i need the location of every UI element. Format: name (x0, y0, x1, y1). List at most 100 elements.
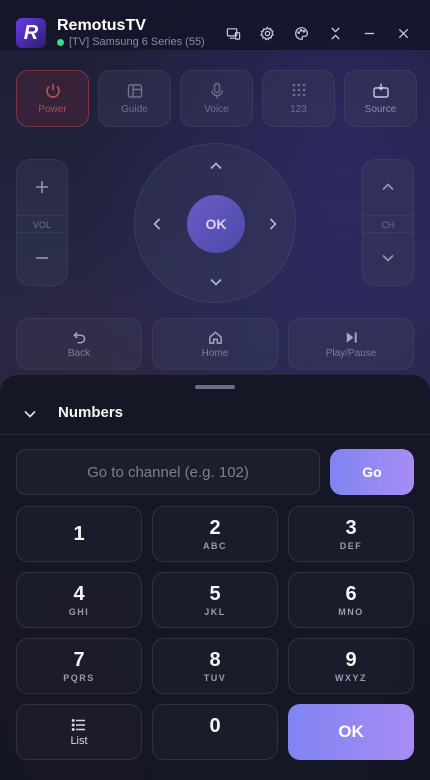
home-label: Home (201, 347, 229, 359)
power-button[interactable]: Power (16, 70, 89, 127)
sheet-header[interactable]: Numbers (0, 397, 430, 435)
guide-label: Guide (121, 104, 148, 115)
key-digit: 9 (345, 649, 357, 671)
logo-letter: R (23, 21, 39, 44)
dpad-left-button[interactable] (142, 209, 172, 239)
dpad-up-button[interactable] (201, 151, 231, 181)
ok-label: OK (338, 722, 364, 741)
key-5[interactable]: 5 JKL (152, 572, 278, 628)
channel-down-button[interactable] (363, 233, 413, 283)
dpad-ok-button[interactable]: OK (187, 195, 245, 253)
go-button[interactable]: Go (330, 449, 414, 495)
key-letters: JKL (204, 607, 226, 617)
key-0[interactable]: 0 (152, 704, 278, 760)
collapse-arrows-icon[interactable] (318, 20, 352, 46)
guide-icon (127, 84, 142, 98)
sheet-title: Numbers (58, 404, 124, 421)
power-label: Power (38, 104, 67, 115)
minimize-icon[interactable] (352, 20, 386, 46)
key-digit: 8 (209, 649, 221, 671)
chevron-down-icon (382, 254, 394, 262)
key-9[interactable]: 9 WXYZ (288, 638, 414, 694)
device-name: [TV] Samsung 6 Series (55) (69, 36, 205, 48)
key-digit: 5 (209, 583, 221, 605)
playback-row: Back Home Play/Pause (16, 318, 414, 370)
volume-rocker: VOL (16, 159, 68, 286)
key-digit: 1 (73, 523, 85, 545)
key-8[interactable]: 8 TUV (152, 638, 278, 694)
power-icon (45, 84, 60, 98)
key-letters: MNO (338, 607, 364, 617)
dpad-right-button[interactable] (258, 209, 288, 239)
key-6[interactable]: 6 MNO (288, 572, 414, 628)
connected-device: [TV] Samsung 6 Series (55) (57, 36, 205, 48)
key-1[interactable]: 1 (16, 506, 142, 562)
microphone-icon (210, 82, 223, 99)
chevron-right-icon (269, 218, 277, 230)
play-pause-icon (346, 331, 357, 343)
close-icon[interactable] (386, 20, 420, 46)
numbers-sheet: Numbers Go 1 2 ABC 3 DEF 4 GHI 5 JKL 6 M… (0, 374, 430, 780)
title-bar: R RemotusTV [TV] Samsung 6 Series (55) (0, 0, 430, 50)
list-label: List (70, 735, 88, 747)
key-digit: 0 (209, 715, 221, 737)
home-icon (208, 330, 222, 344)
window-controls (216, 20, 420, 46)
guide-button[interactable]: Guide (98, 70, 171, 127)
chevron-up-icon (382, 183, 394, 191)
key-letters: GHI (68, 607, 90, 617)
volume-down-button[interactable] (17, 233, 67, 283)
gear-icon[interactable] (250, 20, 284, 46)
minus-icon (36, 257, 48, 259)
play-pause-label: Play/Pause (325, 347, 377, 359)
play-pause-button[interactable]: Play/Pause (288, 318, 414, 370)
keypad-grid-icon (292, 83, 305, 97)
volume-up-button[interactable] (17, 162, 67, 212)
back-arrow-icon (72, 331, 85, 343)
home-button[interactable]: Home (152, 318, 278, 370)
voice-button[interactable]: Voice (180, 70, 253, 127)
keypad-ok-button[interactable]: OK (288, 704, 414, 760)
back-label: Back (67, 347, 91, 359)
key-letters: WXYZ (335, 673, 367, 683)
channel-up-button[interactable] (363, 162, 413, 212)
source-input-icon (372, 83, 389, 98)
palette-icon[interactable] (284, 20, 318, 46)
key-letters: DEF (339, 541, 363, 551)
app-logo: R (16, 18, 46, 48)
numbers-label: 123 (290, 104, 307, 115)
chevron-down-icon (210, 278, 222, 286)
chevron-down-icon[interactable] (22, 406, 38, 422)
chevron-left-icon (153, 218, 161, 230)
plus-icon (36, 181, 48, 193)
app-title: RemotusTV (57, 17, 146, 34)
sheet-drag-handle[interactable] (195, 385, 235, 389)
channel-rocker: CH (362, 159, 414, 286)
dpad: OK (134, 143, 296, 303)
back-button[interactable]: Back (16, 318, 142, 370)
channel-input[interactable] (16, 449, 320, 495)
key-2[interactable]: 2 ABC (152, 506, 278, 562)
top-button-row: Power Guide Voice 123 Source (16, 70, 417, 127)
dpad-down-button[interactable] (201, 267, 231, 297)
key-letters: PQRS (63, 673, 95, 683)
channel-label: CH (363, 215, 413, 233)
number-keypad: 1 2 ABC 3 DEF 4 GHI 5 JKL 6 MNO 7 PQRS 8… (16, 506, 414, 760)
key-digit: 7 (73, 649, 85, 671)
key-letters: ABC (203, 541, 227, 551)
list-icon (71, 719, 85, 731)
key-4[interactable]: 4 GHI (16, 572, 142, 628)
list-button[interactable]: List (16, 704, 142, 760)
key-7[interactable]: 7 PQRS (16, 638, 142, 694)
voice-label: Voice (204, 104, 229, 115)
source-label: Source (364, 104, 397, 115)
chevron-up-icon (210, 162, 222, 170)
key-digit: 2 (209, 517, 221, 539)
cast-device-icon[interactable] (216, 20, 250, 46)
numbers-button[interactable]: 123 (262, 70, 335, 127)
key-3[interactable]: 3 DEF (288, 506, 414, 562)
source-button[interactable]: Source (344, 70, 417, 127)
key-digit: 3 (345, 517, 357, 539)
key-letters: TUV (203, 673, 227, 683)
key-digit: 6 (345, 583, 357, 605)
